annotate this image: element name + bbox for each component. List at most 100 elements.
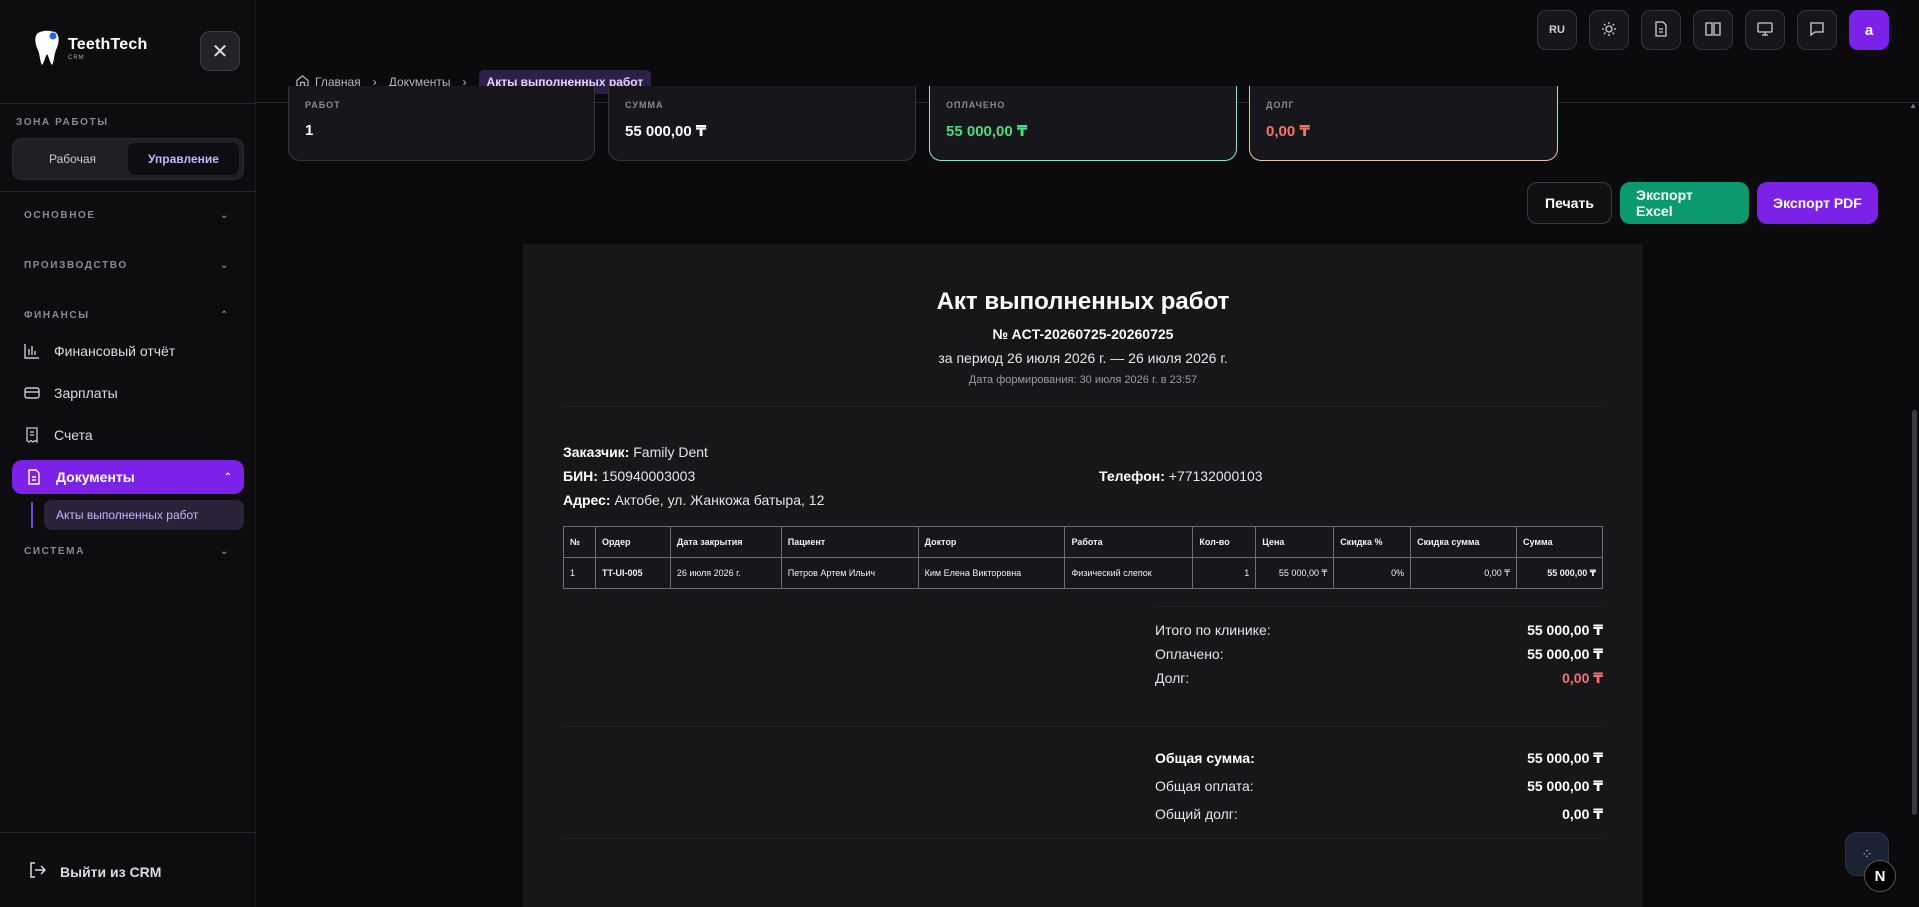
- column-header: Дата закрытия: [669, 526, 782, 558]
- bin-label: БИН:: [563, 468, 598, 484]
- customer-label: Заказчик:: [563, 444, 630, 460]
- sidebar-item-label: Финансовый отчёт: [54, 343, 176, 359]
- act-document: Акт выполненных работ № ACT-20260725-202…: [523, 244, 1643, 907]
- display-button[interactable]: [1745, 10, 1785, 50]
- sidebar-item-label: Документы: [56, 469, 135, 485]
- table-cell: 55 000,00 ₸: [1255, 557, 1335, 589]
- table-cell: 0%: [1333, 557, 1412, 589]
- documents-button[interactable]: [1641, 10, 1681, 50]
- nav-section-system[interactable]: СИСТЕМА ⌄: [24, 546, 230, 557]
- total-label: Итого по клинике:: [1155, 622, 1271, 638]
- chat-icon: [1809, 21, 1825, 40]
- tooth-logo-icon: [34, 30, 60, 66]
- logout-button[interactable]: Выйти из CRM: [28, 861, 161, 882]
- phone-value: +77132000103: [1168, 468, 1263, 484]
- divider: [1155, 606, 1603, 607]
- chevron-down-icon: ⌄: [220, 546, 230, 557]
- phone-label: Телефон:: [1099, 468, 1165, 484]
- column-header: Пациент: [780, 526, 919, 558]
- paid-row: Оплачено: 55 000,00 ₸: [1155, 642, 1603, 666]
- sidebar-item-invoices[interactable]: Счета: [24, 418, 244, 452]
- next-devtools-badge[interactable]: N: [1864, 860, 1896, 892]
- user-avatar[interactable]: a: [1849, 10, 1889, 50]
- nav-section-finance[interactable]: ФИНАНСЫ ⌃: [24, 310, 230, 321]
- column-header: Работа: [1064, 526, 1194, 558]
- document-generated-date: Дата формирования: 30 июля 2026 г. в 23:…: [968, 374, 1198, 386]
- language-button[interactable]: RU: [1537, 10, 1577, 50]
- nav-section-label: ОСНОВНОЕ: [24, 210, 96, 221]
- zone-switch: Рабочая Управление: [12, 138, 244, 180]
- sidebar-divider: [0, 191, 256, 192]
- divider: [563, 406, 1603, 407]
- address-value: Актобе, ул. Жанкожа батыра, 12: [614, 492, 825, 508]
- table-cell: 55 000,00 ₸: [1516, 557, 1603, 589]
- table-cell: 0,00 ₸: [1410, 557, 1517, 589]
- print-button[interactable]: Печать: [1527, 182, 1612, 224]
- export-actions: Печать Экспорт Excel Экспорт PDF: [1527, 182, 1878, 224]
- table-cell: Ким Елена Викторовна: [917, 557, 1066, 589]
- monitor-icon: [1757, 21, 1773, 40]
- app-subtitle: CRM: [68, 54, 85, 61]
- sidebar-item-finance-report[interactable]: Финансовый отчёт: [24, 334, 244, 368]
- sidebar-item-label: Счета: [54, 427, 93, 443]
- column-header: Цена: [1255, 526, 1335, 558]
- stat-value: 0,00 ₸: [1266, 123, 1310, 140]
- sidebar-divider: [0, 832, 256, 833]
- app-logo[interactable]: TeethTech CRM: [34, 30, 147, 66]
- zone-label: ЗОНА РАБОТЫ: [16, 117, 109, 128]
- works-table: № Ордер Дата закрытия Пациент Доктор Раб…: [563, 526, 1603, 589]
- total-value: 55 000,00 ₸: [1527, 621, 1603, 638]
- zone-option-manage[interactable]: Управление: [128, 143, 239, 175]
- table-cell: 26 июля 2026 г.: [669, 557, 782, 589]
- book-icon: [1705, 21, 1721, 40]
- nav-section-main[interactable]: ОСНОВНОЕ ⌄: [24, 210, 230, 221]
- chevron-down-icon: ⌄: [220, 260, 230, 271]
- clinic-totals: Итого по клинике: 55 000,00 ₸ Оплачено: …: [1155, 618, 1603, 690]
- address-info: Адрес: Актобе, ул. Жанкожа батыра, 12: [563, 492, 824, 508]
- zone-option-work[interactable]: Рабочая: [17, 143, 128, 175]
- export-pdf-button[interactable]: Экспорт PDF: [1757, 182, 1878, 224]
- table-cell: 1: [1192, 557, 1257, 589]
- submenu-indicator: [31, 502, 33, 528]
- grand-sum-value: 55 000,00 ₸: [1527, 749, 1603, 766]
- column-header: Скидка сумма: [1410, 526, 1517, 558]
- table-header-row: № Ордер Дата закрытия Пациент Доктор Раб…: [563, 526, 1603, 558]
- stat-value: 1: [305, 122, 314, 139]
- phone-info: Телефон: +77132000103: [1099, 468, 1263, 484]
- table-row: 1 TT-UI-005 26 июля 2026 г. Петров Артем…: [563, 557, 1603, 589]
- table-cell: 1: [563, 557, 596, 589]
- debt-value: 0,00 ₸: [1562, 669, 1603, 686]
- column-header: Ордер: [594, 526, 671, 558]
- sidebar-item-documents[interactable]: Документы ⌃: [12, 460, 244, 494]
- theme-toggle-button[interactable]: [1589, 10, 1629, 50]
- scrollbar-thumb[interactable]: [1912, 410, 1917, 815]
- stat-value: 55 000,00 ₸: [625, 123, 707, 140]
- sidebar: TeethTech CRM ✕ ЗОНА РАБОТЫ Рабочая Упра…: [0, 0, 256, 907]
- grand-debt-row: Общий долг: 0,00 ₸: [1155, 800, 1603, 828]
- logout-label: Выйти из CRM: [60, 863, 162, 880]
- column-header: Скидка %: [1333, 526, 1412, 558]
- close-sidebar-button[interactable]: ✕: [200, 31, 240, 71]
- logout-icon: [28, 861, 47, 882]
- chat-button[interactable]: [1797, 10, 1837, 50]
- stat-label: ОПЛАЧЕНО: [946, 100, 1006, 110]
- grand-paid-row: Общая оплата: 55 000,00 ₸: [1155, 772, 1603, 800]
- guide-button[interactable]: [1693, 10, 1733, 50]
- sidebar-subitem-acts[interactable]: Акты выполненных работ: [44, 500, 244, 530]
- export-excel-button[interactable]: Экспорт Excel: [1620, 182, 1749, 224]
- topbar-actions: RU a: [1537, 10, 1889, 50]
- bin-value: 150940003003: [601, 468, 696, 484]
- grand-totals: Общая сумма: 55 000,00 ₸ Общая оплата: 5…: [1155, 744, 1603, 828]
- chevron-down-icon: ⌄: [220, 210, 230, 221]
- stat-card-debt: ДОЛГ 0,00 ₸: [1249, 86, 1558, 161]
- nav-section-label: ПРОИЗВОДСТВО: [24, 260, 128, 271]
- stat-label: ДОЛГ: [1266, 100, 1295, 110]
- grand-debt-label: Общий долг:: [1155, 806, 1238, 822]
- nav-section-production[interactable]: ПРОИЗВОДСТВО ⌄: [24, 260, 230, 271]
- paid-label: Оплачено:: [1155, 646, 1224, 662]
- sidebar-item-salaries[interactable]: Зарплаты: [24, 376, 244, 410]
- scroll-up-arrow[interactable]: ▲: [1909, 101, 1917, 110]
- grid-dots-icon: ⁘: [1861, 845, 1873, 862]
- chart-icon: [24, 343, 40, 359]
- document-number: № ACT-20260725-20260725: [992, 326, 1174, 342]
